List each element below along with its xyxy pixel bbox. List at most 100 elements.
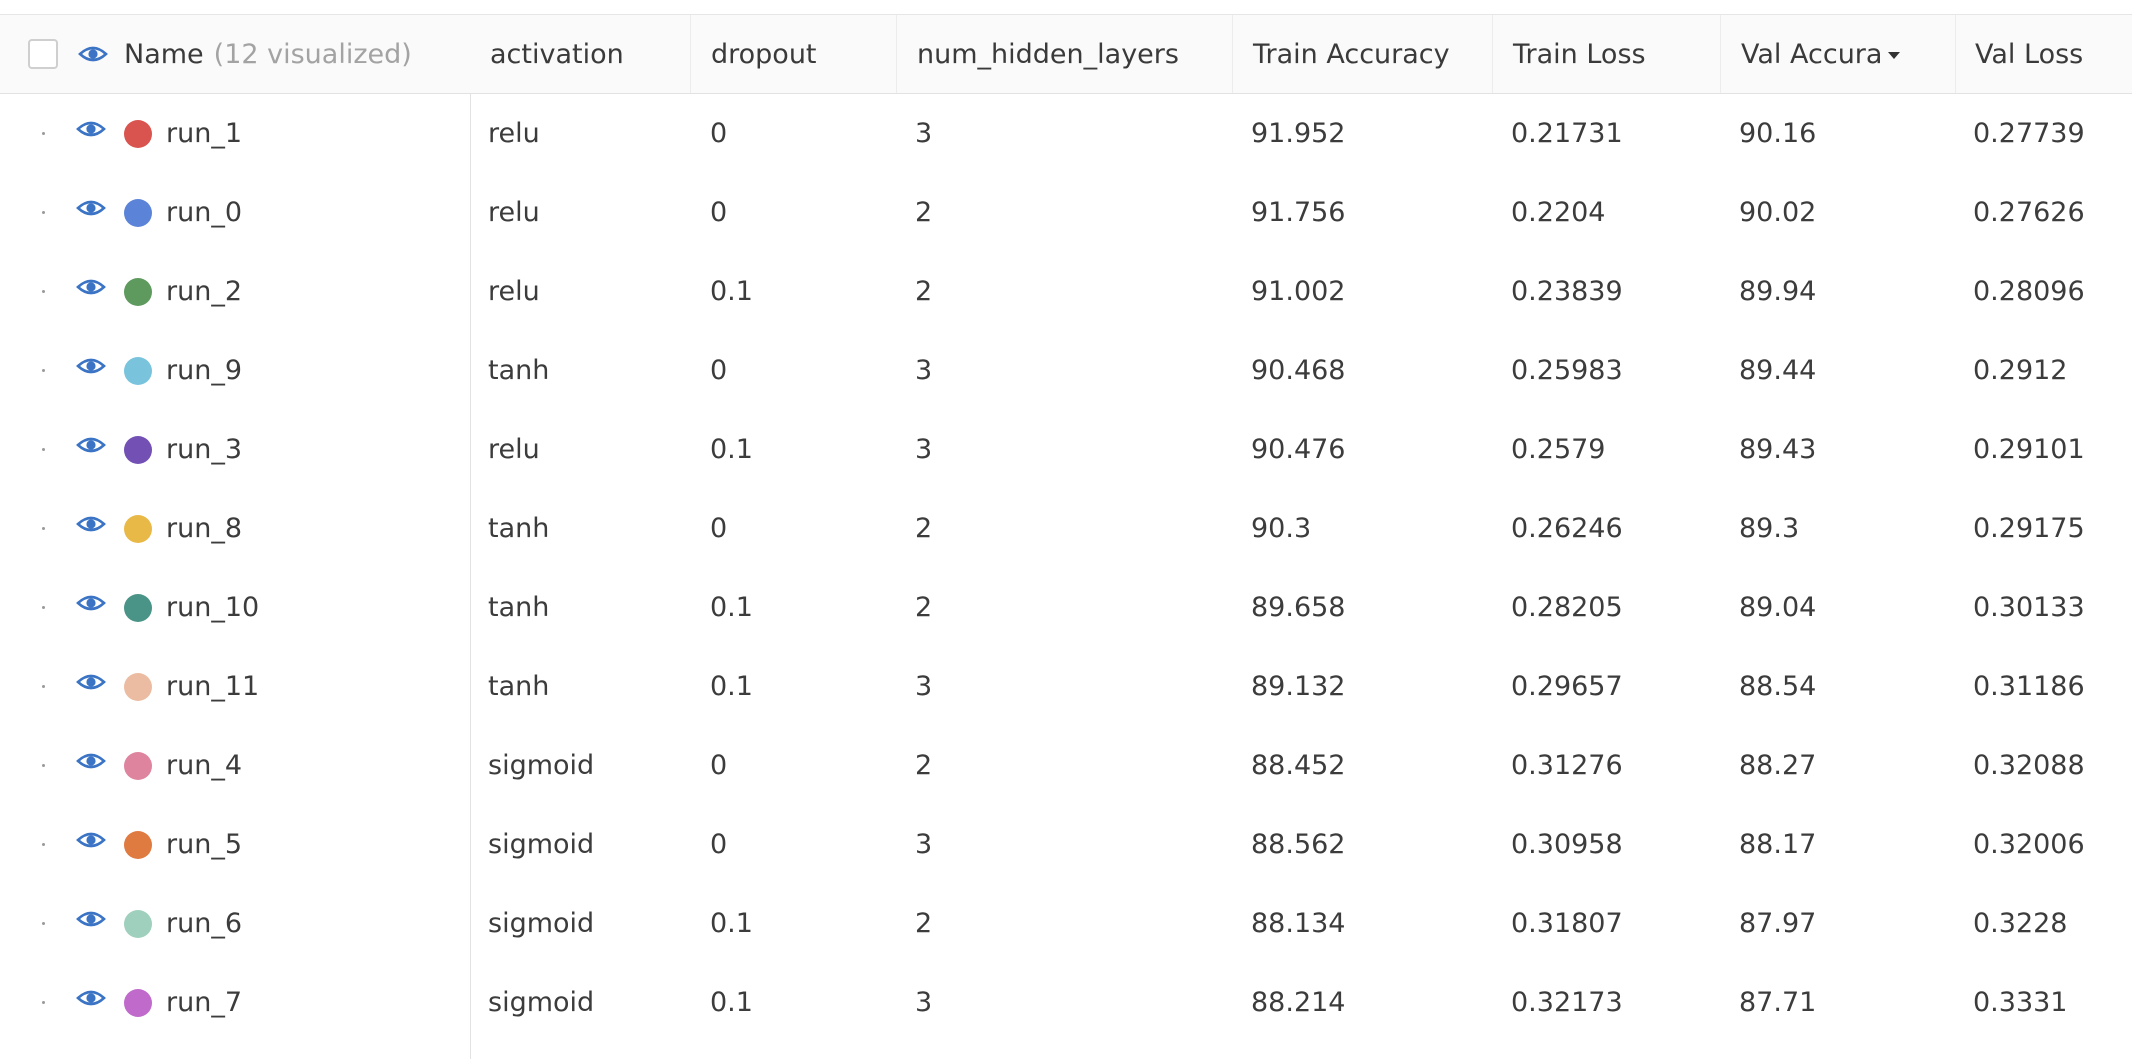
- column-separator: [1232, 15, 1233, 93]
- drag-handle-icon[interactable]: [42, 843, 45, 846]
- select-all-checkbox[interactable]: [28, 39, 58, 69]
- drag-handle-icon[interactable]: [42, 290, 45, 293]
- table-row[interactable]: run_5 sigmoid 0 3 88.562 0.30958 88.17 0…: [0, 805, 2132, 884]
- run-color-swatch[interactable]: [124, 752, 152, 780]
- drag-handle-icon[interactable]: [42, 369, 45, 372]
- cell-train-loss: 0.23839: [1511, 276, 1623, 307]
- table-row[interactable]: run_8 tanh 0 2 90.3 0.26246 89.3 0.29175: [0, 489, 2132, 568]
- cell-val-accuracy: 90.16: [1739, 118, 1817, 149]
- run-color-swatch[interactable]: [124, 515, 152, 543]
- cell-num-hidden-layers: 2: [915, 513, 933, 544]
- cell-activation: relu: [488, 276, 540, 307]
- drag-handle-icon[interactable]: [42, 1001, 45, 1004]
- cell-train-loss: 0.2204: [1511, 197, 1606, 228]
- cell-num-hidden-layers: 2: [915, 276, 933, 307]
- table-row[interactable]: run_7 sigmoid 0.1 3 88.214 0.32173 87.71…: [0, 963, 2132, 1042]
- drag-handle-icon[interactable]: [42, 448, 45, 451]
- eye-icon[interactable]: [76, 118, 106, 140]
- cell-train-loss: 0.28205: [1511, 592, 1623, 623]
- cell-train-accuracy: 90.3: [1251, 513, 1312, 544]
- eye-icon[interactable]: [76, 592, 106, 614]
- run-name[interactable]: run_7: [166, 963, 242, 1042]
- table-row[interactable]: run_3 relu 0.1 3 90.476 0.2579 89.43 0.2…: [0, 410, 2132, 489]
- run-name[interactable]: run_5: [166, 805, 242, 884]
- eye-icon[interactable]: [76, 355, 106, 377]
- cell-val-loss: 0.29175: [1973, 513, 2085, 544]
- run-name[interactable]: run_11: [166, 647, 259, 726]
- drag-handle-icon[interactable]: [42, 685, 45, 688]
- drag-handle-icon[interactable]: [42, 606, 45, 609]
- column-header-val-loss[interactable]: Val Loss: [1975, 15, 2083, 93]
- cell-val-accuracy: 88.54: [1739, 671, 1817, 702]
- drag-handle-icon[interactable]: [42, 922, 45, 925]
- column-header-activation[interactable]: activation: [490, 15, 624, 93]
- run-name[interactable]: run_0: [166, 173, 242, 252]
- column-separator: [896, 15, 897, 93]
- eye-icon[interactable]: [78, 43, 108, 65]
- eye-icon[interactable]: [76, 908, 106, 930]
- run-name[interactable]: run_10: [166, 568, 259, 647]
- run-color-swatch[interactable]: [124, 436, 152, 464]
- eye-icon[interactable]: [76, 276, 106, 298]
- table-row[interactable]: run_9 tanh 0 3 90.468 0.25983 89.44 0.29…: [0, 331, 2132, 410]
- cell-num-hidden-layers: 3: [915, 987, 933, 1018]
- run-color-swatch[interactable]: [124, 910, 152, 938]
- cell-train-accuracy: 88.562: [1251, 829, 1346, 860]
- drag-handle-icon[interactable]: [42, 527, 45, 530]
- eye-icon[interactable]: [76, 750, 106, 772]
- column-header-train-accuracy[interactable]: Train Accuracy: [1253, 15, 1450, 93]
- eye-icon[interactable]: [76, 513, 106, 535]
- eye-icon[interactable]: [76, 987, 106, 1009]
- table-row[interactable]: run_10 tanh 0.1 2 89.658 0.28205 89.04 0…: [0, 568, 2132, 647]
- sort-descending-icon[interactable]: [1888, 52, 1901, 59]
- cell-val-loss: 0.32088: [1973, 750, 2085, 781]
- cell-val-accuracy: 89.04: [1739, 592, 1817, 623]
- column-header-dropout[interactable]: dropout: [711, 15, 817, 93]
- cell-num-hidden-layers: 3: [915, 829, 933, 860]
- run-color-swatch[interactable]: [124, 673, 152, 701]
- run-name[interactable]: run_4: [166, 726, 242, 805]
- drag-handle-icon[interactable]: [42, 211, 45, 214]
- column-separator: [1955, 15, 1956, 93]
- eye-icon[interactable]: [76, 671, 106, 693]
- table-row[interactable]: run_6 sigmoid 0.1 2 88.134 0.31807 87.97…: [0, 884, 2132, 963]
- cell-dropout: 0: [710, 829, 728, 860]
- run-color-swatch[interactable]: [124, 278, 152, 306]
- table-row[interactable]: run_4 sigmoid 0 2 88.452 0.31276 88.27 0…: [0, 726, 2132, 805]
- run-name[interactable]: run_3: [166, 410, 242, 489]
- run-name[interactable]: run_2: [166, 252, 242, 331]
- column-header-num-hidden-layers[interactable]: num_hidden_layers: [917, 15, 1179, 93]
- eye-icon[interactable]: [76, 197, 106, 219]
- run-name[interactable]: run_9: [166, 331, 242, 410]
- run-color-swatch[interactable]: [124, 989, 152, 1017]
- cell-dropout: 0.1: [710, 434, 753, 465]
- run-color-swatch[interactable]: [124, 831, 152, 859]
- table-header: Name (12 visualized) activation dropout …: [0, 15, 2132, 94]
- name-column-header[interactable]: Name (12 visualized): [124, 15, 412, 93]
- eye-icon[interactable]: [76, 434, 106, 456]
- cell-dropout: 0: [710, 513, 728, 544]
- table-row[interactable]: run_1 relu 0 3 91.952 0.21731 90.16 0.27…: [0, 94, 2132, 173]
- table-row[interactable]: run_2 relu 0.1 2 91.002 0.23839 89.94 0.…: [0, 252, 2132, 331]
- cell-train-loss: 0.31276: [1511, 750, 1623, 781]
- column-header-train-loss[interactable]: Train Loss: [1513, 15, 1646, 93]
- run-name[interactable]: run_6: [166, 884, 242, 963]
- cell-train-accuracy: 88.214: [1251, 987, 1346, 1018]
- run-name[interactable]: run_1: [166, 94, 242, 173]
- cell-num-hidden-layers: 3: [915, 355, 933, 386]
- run-name[interactable]: run_8: [166, 489, 242, 568]
- cell-num-hidden-layers: 3: [915, 671, 933, 702]
- cell-train-loss: 0.21731: [1511, 118, 1623, 149]
- drag-handle-icon[interactable]: [42, 132, 45, 135]
- column-header-val-accuracy[interactable]: Val Accura: [1741, 15, 1901, 93]
- run-color-swatch[interactable]: [124, 120, 152, 148]
- table-row[interactable]: run_0 relu 0 2 91.756 0.2204 90.02 0.276…: [0, 173, 2132, 252]
- run-color-swatch[interactable]: [124, 357, 152, 385]
- cell-train-loss: 0.25983: [1511, 355, 1623, 386]
- cell-train-accuracy: 90.468: [1251, 355, 1346, 386]
- run-color-swatch[interactable]: [124, 199, 152, 227]
- eye-icon[interactable]: [76, 829, 106, 851]
- run-color-swatch[interactable]: [124, 594, 152, 622]
- drag-handle-icon[interactable]: [42, 764, 45, 767]
- table-row[interactable]: run_11 tanh 0.1 3 89.132 0.29657 88.54 0…: [0, 647, 2132, 726]
